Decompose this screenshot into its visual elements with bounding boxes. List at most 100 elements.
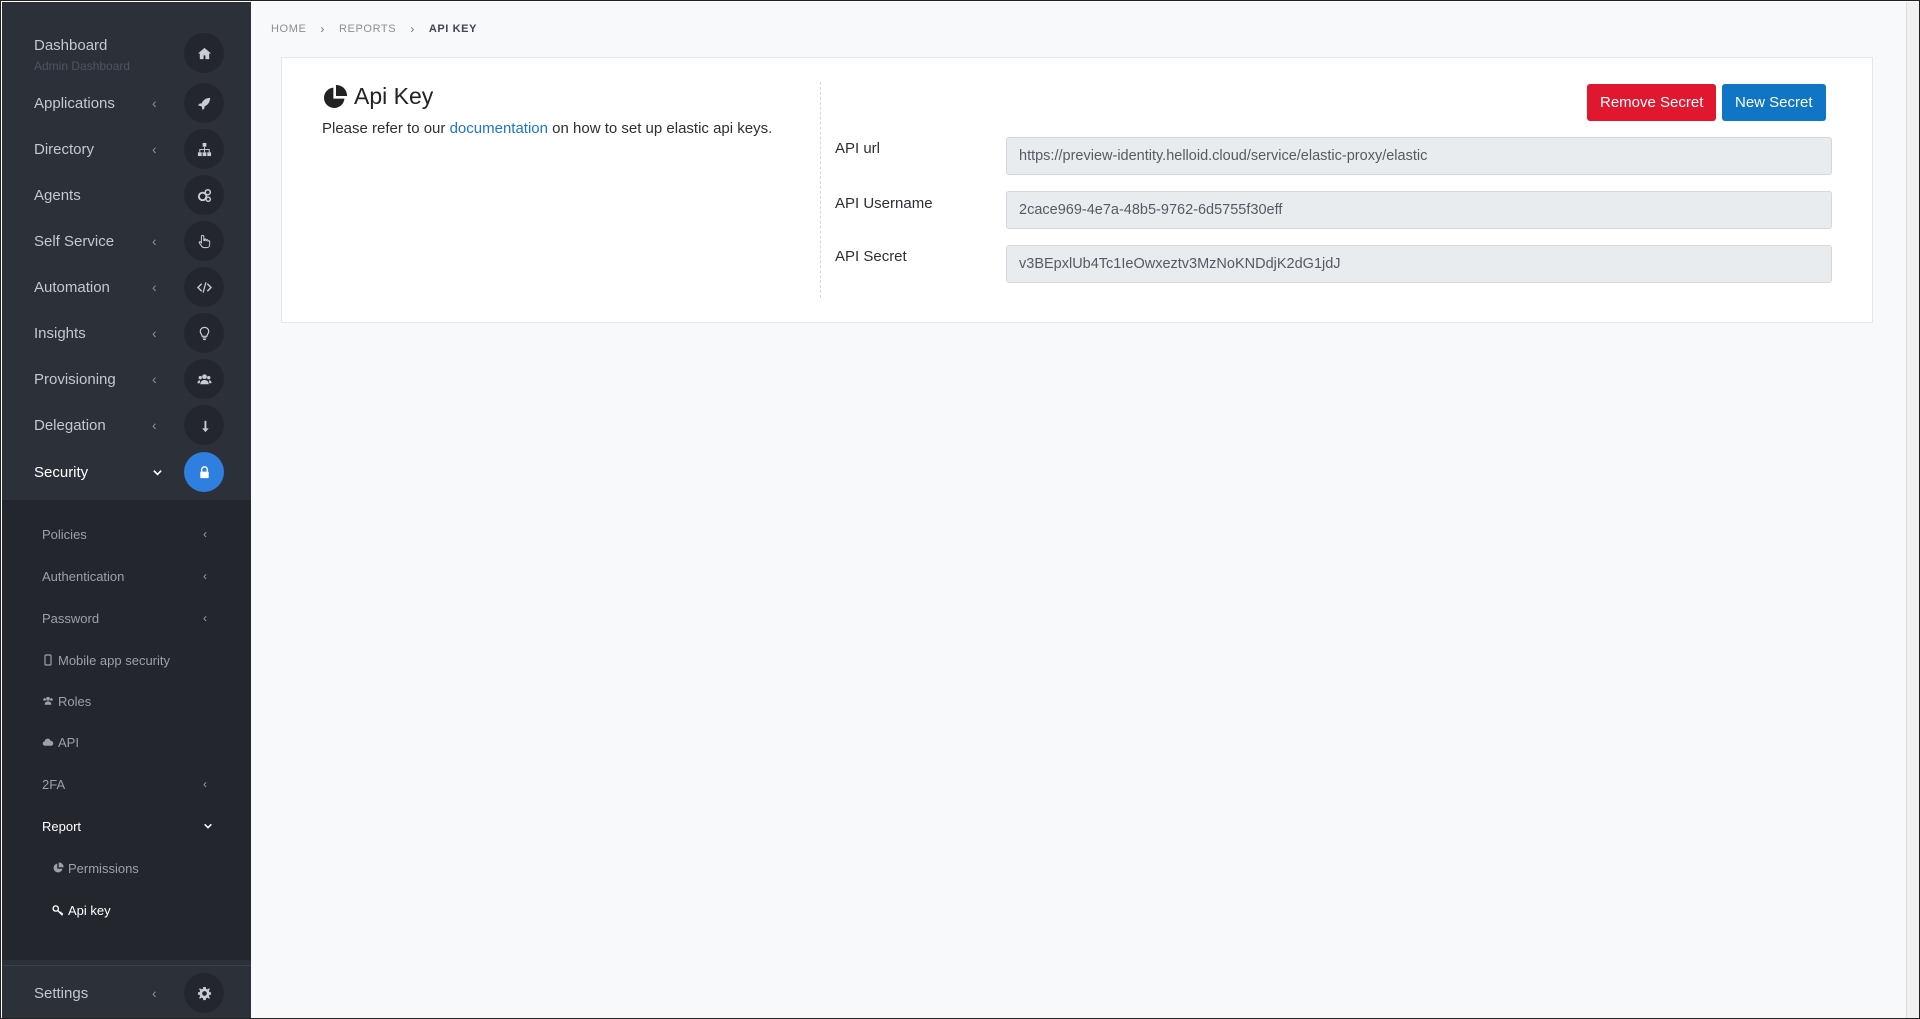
sidebar-item-insights[interactable]: Insights ‹ — [2, 310, 251, 356]
submenu-item-password[interactable]: Password ‹ — [2, 600, 251, 636]
chevron-left-icon: ‹ — [203, 569, 207, 583]
submenu-item-api-key[interactable]: Api key — [2, 892, 251, 928]
chevron-left-icon: ‹ — [152, 233, 157, 249]
description-text: Please refer to our — [322, 120, 450, 137]
security-submenu: Policies ‹ Authentication ‹ Password ‹ M… — [2, 500, 251, 960]
breadcrumb: HOME › REPORTS › API KEY — [271, 22, 477, 36]
chevron-left-icon: ‹ — [152, 95, 157, 111]
users-icon — [184, 359, 224, 399]
chevron-left-icon: ‹ — [152, 141, 157, 157]
documentation-link[interactable]: documentation — [450, 120, 548, 137]
chevron-down-icon — [203, 821, 213, 831]
cloud-icon — [42, 736, 54, 748]
sidebar-item-label: Applications — [34, 94, 115, 112]
pie-chart-icon — [322, 84, 348, 110]
chevron-left-icon: ‹ — [203, 777, 207, 791]
sidebar-item-security[interactable]: Security — [2, 449, 251, 495]
api-key-card: Api Key Please refer to our documentatio… — [281, 57, 1873, 323]
chevron-down-icon — [152, 467, 163, 478]
chevron-left-icon: ‹ — [152, 279, 157, 295]
main-content: HOME › REPORTS › API KEY Api Key Please … — [251, 2, 1906, 1018]
api-secret-field[interactable]: v3BEpxlUb4Tc1IeOwxeztv3MzNoKNDdjK2dG1jdJ — [1006, 245, 1832, 283]
sidebar-item-agents[interactable]: Agents — [2, 172, 251, 218]
divider — [820, 82, 821, 298]
cogs-icon — [184, 175, 224, 215]
submenu-item-2fa[interactable]: 2FA ‹ — [2, 766, 251, 802]
chevron-left-icon: ‹ — [152, 985, 157, 1001]
page-title: Api Key — [354, 83, 434, 109]
submenu-item-label-wrap: Mobile app security — [42, 653, 170, 668]
api-username-field[interactable]: 2cace969-4e7a-48b5-9762-6d5755f30eff — [1006, 191, 1832, 229]
submenu-item-label: Roles — [58, 693, 92, 709]
submenu-item-label: Report — [42, 818, 82, 834]
sidebar-item-label: Delegation — [34, 416, 106, 434]
sidebar-item-dashboard[interactable]: Dashboard Admin Dashboard — [2, 30, 251, 78]
submenu-item-label: Permissions — [68, 860, 139, 876]
new-secret-button[interactable]: New Secret — [1722, 84, 1826, 121]
level-down-icon — [184, 405, 224, 445]
sidebar-item-settings[interactable]: Settings ‹ — [2, 970, 251, 1016]
lock-icon — [184, 452, 224, 492]
submenu-item-report[interactable]: Report — [2, 808, 251, 844]
api-url-field[interactable]: https://preview-identity.helloid.cloud/s… — [1006, 137, 1832, 175]
sidebar-item-label: Settings — [34, 984, 89, 1002]
sidebar-item-directory[interactable]: Directory ‹ — [2, 126, 251, 172]
submenu-item-label: Authentication — [42, 568, 125, 584]
breadcrumb-reports[interactable]: REPORTS — [339, 23, 396, 35]
chevron-left-icon: ‹ — [203, 611, 207, 625]
sidebar-item-self-service[interactable]: Self Service ‹ — [2, 218, 251, 264]
scrollbar[interactable] — [1906, 2, 1919, 1018]
submenu-item-label-wrap: API — [42, 735, 79, 750]
breadcrumb-current: API KEY — [428, 23, 478, 35]
submenu-item-permissions[interactable]: Permissions — [2, 850, 251, 886]
sidebar: Dashboard Admin Dashboard Applications ‹… — [2, 2, 251, 1018]
home-icon — [184, 33, 224, 73]
sidebar-item-label: Directory — [34, 140, 95, 158]
submenu-item-label: Mobile app security — [58, 652, 170, 668]
chevron-left-icon: ‹ — [152, 417, 157, 433]
chevron-right-icon: › — [320, 22, 326, 36]
submenu-item-label-wrap: Permissions — [52, 861, 139, 876]
submenu-item-api[interactable]: API — [2, 724, 251, 760]
sidebar-item-delegation[interactable]: Delegation ‹ — [2, 402, 251, 448]
submenu-item-label-wrap: Api key — [52, 903, 111, 918]
chevron-left-icon: ‹ — [152, 325, 157, 341]
page-title-wrap: Api Key — [322, 83, 802, 110]
remove-secret-button[interactable]: Remove Secret — [1587, 84, 1717, 121]
submenu-item-label: 2FA — [42, 776, 66, 792]
submenu-item-mobile-app-security[interactable]: Mobile app security — [2, 642, 251, 678]
sidebar-item-label: Provisioning — [34, 370, 116, 388]
sidebar-item-provisioning[interactable]: Provisioning ‹ — [2, 356, 251, 402]
submenu-item-label: Api key — [68, 902, 111, 918]
gear-icon — [184, 973, 224, 1013]
code-icon — [184, 267, 224, 307]
submenu-item-roles[interactable]: Roles — [2, 683, 251, 719]
sidebar-item-automation[interactable]: Automation ‹ — [2, 264, 251, 310]
sitemap-icon — [184, 129, 224, 169]
submenu-item-authentication[interactable]: Authentication ‹ — [2, 558, 251, 594]
lightbulb-icon — [184, 313, 224, 353]
sidebar-divider — [2, 965, 251, 966]
users-icon — [42, 695, 54, 707]
sidebar-item-label: Dashboard — [34, 37, 108, 54]
sidebar-item-label: Self Service — [34, 232, 115, 250]
mobile-icon — [42, 654, 54, 666]
card-description: Please refer to our documentation on how… — [322, 120, 802, 137]
hand-pointer-icon — [184, 221, 224, 261]
app-window: Dashboard Admin Dashboard Applications ‹… — [0, 0, 1920, 1019]
submenu-item-policies[interactable]: Policies ‹ — [2, 516, 251, 552]
sidebar-item-label: Automation — [34, 278, 110, 296]
pie-chart-icon — [52, 862, 64, 874]
sidebar-item-applications[interactable]: Applications ‹ — [2, 80, 251, 126]
chevron-left-icon: ‹ — [152, 371, 157, 387]
breadcrumb-home[interactable]: HOME — [271, 23, 306, 35]
submenu-item-label-wrap: Roles — [42, 694, 91, 709]
api-url-label: API url — [835, 140, 881, 157]
sidebar-item-label: Insights — [34, 324, 86, 342]
sidebar-item-sublabel: Admin Dashboard — [34, 59, 131, 73]
submenu-item-label: API — [58, 734, 79, 750]
api-username-label: API Username — [835, 195, 933, 212]
description-text-end: on how to set up elastic api keys. — [547, 120, 773, 137]
key-icon — [52, 904, 64, 916]
sidebar-item-label: Agents — [34, 186, 81, 204]
